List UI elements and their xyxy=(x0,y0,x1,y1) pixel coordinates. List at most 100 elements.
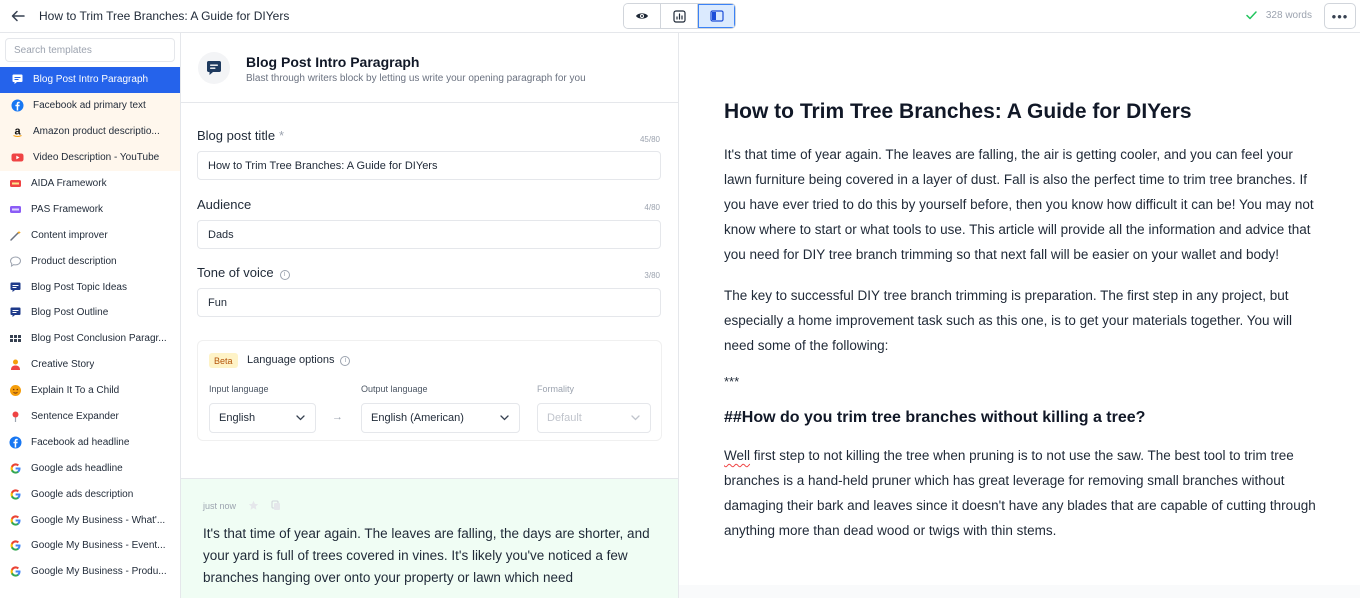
template-list: Blog Post Intro Paragraph Facebook ad pri… xyxy=(0,67,180,585)
info-icon[interactable]: i xyxy=(279,269,290,280)
magic-wand-icon xyxy=(9,229,22,242)
chat-bubble-icon xyxy=(11,73,24,86)
info-icon[interactable]: i xyxy=(340,355,351,366)
template-item[interactable]: a Amazon product descriptio... xyxy=(0,118,180,145)
template-item[interactable]: Facebook ad headline xyxy=(0,429,180,455)
output-language-value: English (American) xyxy=(371,412,464,424)
template-item[interactable]: Blog Post Outline xyxy=(0,300,180,326)
blog-title-counter: 45/80 xyxy=(639,135,660,144)
template-item[interactable]: Blog Post Topic Ideas xyxy=(0,274,180,300)
template-item[interactable]: Google My Business - Produ... xyxy=(0,559,180,585)
formality-value: Default xyxy=(547,412,582,424)
more-options-button[interactable]: ••• xyxy=(1324,3,1356,29)
output-language-label: Output language xyxy=(361,384,428,394)
output-meta: just now xyxy=(203,500,281,511)
template-item[interactable]: AIDA Framework xyxy=(0,171,180,197)
facebook-icon xyxy=(9,436,22,449)
document-subheading[interactable]: ##How do you trim tree branches without … xyxy=(724,407,1316,429)
eye-icon xyxy=(636,13,648,19)
split-view-button[interactable] xyxy=(698,4,735,28)
template-item[interactable]: Product description xyxy=(0,248,180,274)
editor-paragraph-3[interactable]: Well first step to not killing the tree … xyxy=(724,443,1316,543)
template-item[interactable]: Google My Business - What'... xyxy=(0,507,180,533)
language-options-title-text: Language options xyxy=(247,354,335,366)
template-item[interactable]: Facebook ad primary text xyxy=(0,92,180,119)
google-icon xyxy=(9,565,22,578)
template-search-input[interactable] xyxy=(5,38,175,62)
document-editor[interactable]: How to Trim Tree Branches: A Guide for D… xyxy=(679,33,1360,585)
copy-icon[interactable] xyxy=(271,500,281,511)
template-item[interactable]: Blog Post Intro Paragraph xyxy=(0,67,180,93)
editor-paragraph-2[interactable]: The key to successful DIY tree branch tr… xyxy=(724,283,1316,358)
editor-paragraph-3-text: first step to not killing the tree when … xyxy=(724,448,1316,538)
bar-chart-icon xyxy=(672,9,686,23)
template-description: Blast through writers block by letting u… xyxy=(246,73,586,84)
template-item-label: AIDA Framework xyxy=(31,178,107,189)
template-item-label: Product description xyxy=(31,255,117,267)
audience-label: Audience xyxy=(197,197,252,212)
stats-view-button[interactable] xyxy=(661,4,698,28)
template-item[interactable]: Google My Business - Event... xyxy=(0,533,180,559)
template-item-label: Blog Post Conclusion Paragr... xyxy=(31,333,167,345)
star-icon[interactable] xyxy=(248,500,259,511)
language-options-box: Beta Language options i Input language En… xyxy=(197,340,662,441)
split-layout-icon xyxy=(709,10,724,22)
template-item-label: Creative Story xyxy=(31,359,95,371)
template-item[interactable]: Blog Post Conclusion Paragr... xyxy=(0,326,180,352)
editor-paragraph-1[interactable]: It's that time of year again. The leaves… xyxy=(724,142,1316,267)
input-language-label: Input language xyxy=(209,384,269,394)
blog-title-label-text: Blog post title xyxy=(197,128,276,143)
child-icon xyxy=(9,384,22,397)
template-item[interactable]: Creative Story xyxy=(0,352,180,378)
chat-bubble-icon xyxy=(9,281,22,294)
grid-icon xyxy=(9,332,22,345)
pin-icon xyxy=(9,410,22,423)
preview-view-button[interactable] xyxy=(624,4,661,28)
template-item[interactable]: Google ads description xyxy=(0,481,180,507)
template-form-panel: Blog Post Intro Paragraph Blast through … xyxy=(181,33,679,598)
view-mode-toggle xyxy=(623,3,736,29)
template-item-label: Facebook ad primary text xyxy=(33,100,146,112)
template-item-label: Google My Business - What'... xyxy=(31,514,166,526)
tone-label: Tone of voice i xyxy=(197,265,290,280)
template-item[interactable]: PAS Framework xyxy=(0,196,180,222)
template-item[interactable]: Content improver xyxy=(0,222,180,248)
template-item-label: Google ads description xyxy=(31,488,134,500)
formality-label: Formality xyxy=(537,384,575,394)
template-item-label: PAS Framework xyxy=(31,203,104,215)
google-icon xyxy=(9,488,22,501)
template-chat-icon xyxy=(198,52,230,84)
template-item[interactable]: Sentence Expander xyxy=(0,404,180,430)
document-heading[interactable]: How to Trim Tree Branches: A Guide for D… xyxy=(724,99,1316,125)
output-language-select[interactable]: English (American) xyxy=(361,403,520,433)
template-item-label: Content improver xyxy=(31,229,108,241)
editor-content[interactable]: How to Trim Tree Branches: A Guide for D… xyxy=(724,99,1316,559)
template-item-label: Explain It To a Child xyxy=(31,385,120,397)
check-icon xyxy=(1246,11,1257,20)
google-icon xyxy=(9,462,22,475)
input-language-select[interactable]: English xyxy=(209,403,316,433)
tone-input[interactable] xyxy=(197,288,661,317)
arrow-right-icon: → xyxy=(332,411,343,423)
back-button[interactable] xyxy=(9,7,27,25)
template-item[interactable]: Explain It To a Child xyxy=(0,378,180,404)
misspelled-word[interactable]: Well xyxy=(724,448,750,463)
template-item-label: Sentence Expander xyxy=(31,411,119,423)
template-item[interactable]: Google ads headline xyxy=(0,455,180,481)
facebook-icon xyxy=(11,99,24,112)
google-icon xyxy=(9,514,22,527)
google-icon xyxy=(9,539,22,552)
editor-separator[interactable]: *** xyxy=(724,374,1316,389)
audience-counter: 4/80 xyxy=(644,203,660,212)
template-item[interactable]: Video Description - YouTube xyxy=(0,144,180,171)
language-options-title: Language options i xyxy=(247,354,351,366)
audience-input[interactable] xyxy=(197,220,661,249)
template-item-label: Amazon product descriptio... xyxy=(33,126,160,138)
blog-title-input[interactable] xyxy=(197,151,661,180)
input-language-value: English xyxy=(219,412,256,424)
aida-icon xyxy=(9,177,22,190)
chevron-down-icon xyxy=(631,415,640,421)
top-bar: How to Trim Tree Branches: A Guide for D… xyxy=(0,0,1360,33)
template-item-label: Google ads headline xyxy=(31,462,123,474)
output-text[interactable]: It's that time of year again. The leaves… xyxy=(203,523,663,589)
